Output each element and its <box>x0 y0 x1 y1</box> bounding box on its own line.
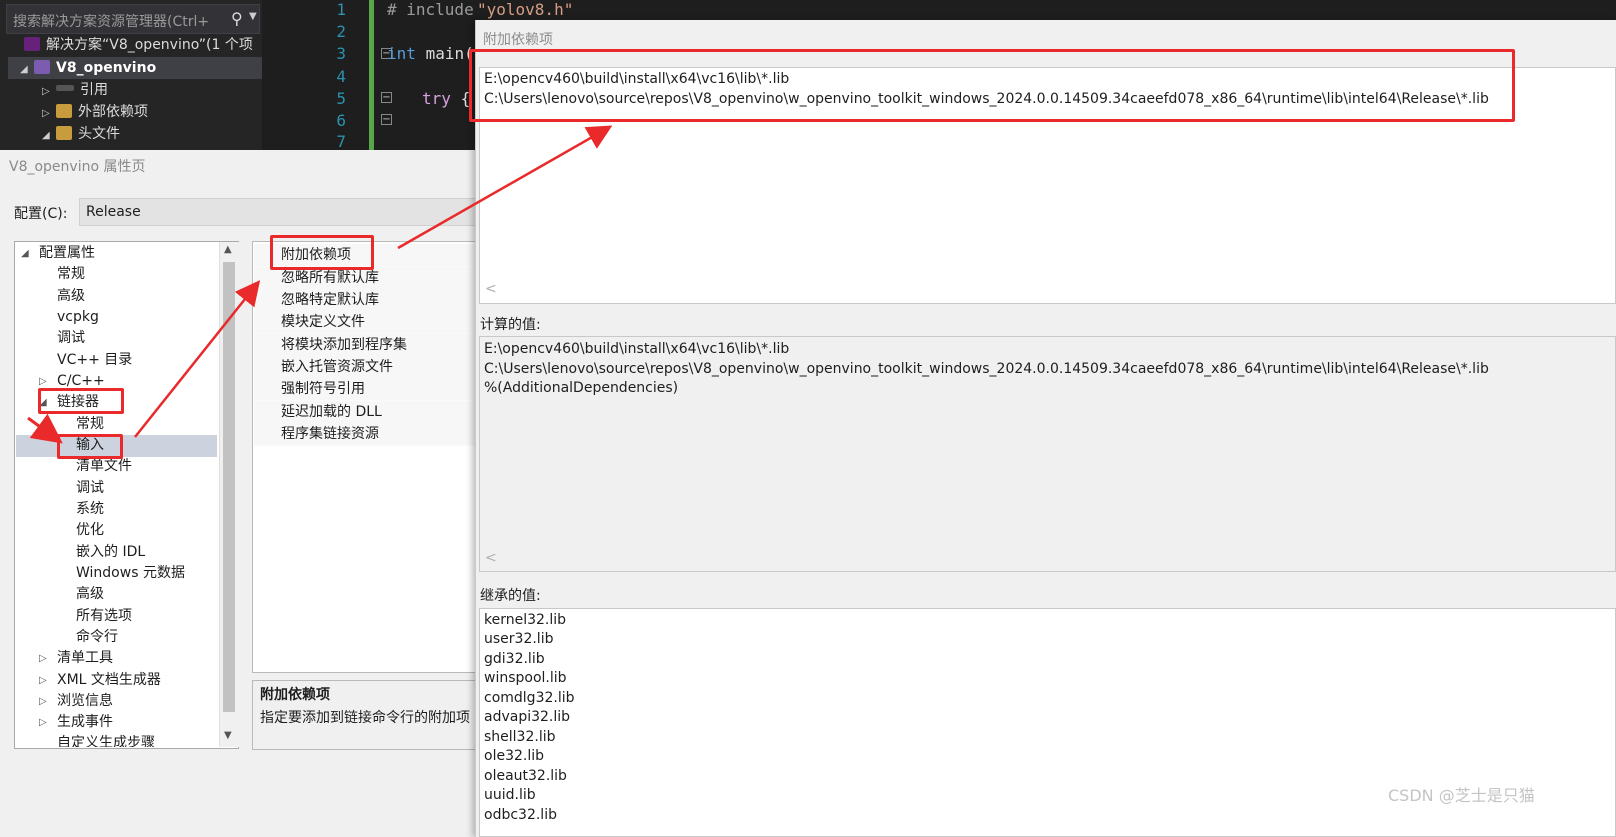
arrow-to-additional-deps <box>134 280 261 438</box>
arrow-to-input <box>27 413 63 444</box>
annotation-arrows <box>27 125 613 444</box>
watermark: CSDN @芝士是只猫 <box>1388 786 1535 805</box>
arrow-to-dependency-values <box>397 125 613 250</box>
